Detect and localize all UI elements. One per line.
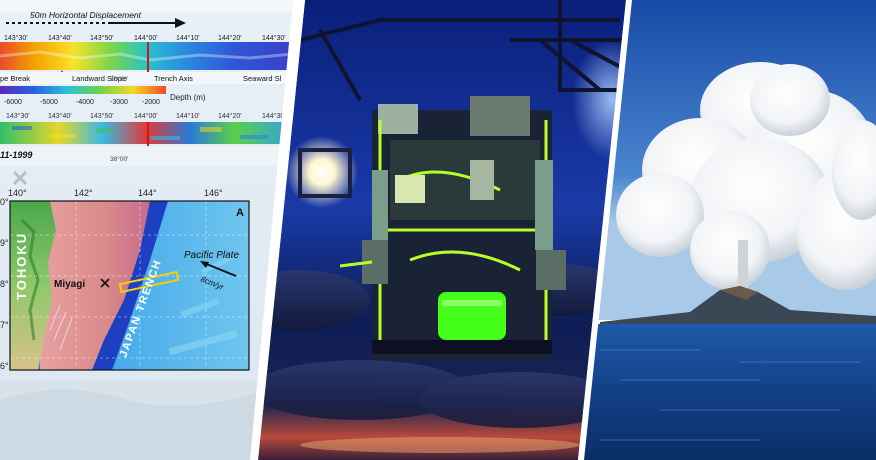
lower-tick: 144°00' — [134, 112, 158, 120]
lower-tick: 144°20' — [218, 112, 242, 120]
lower-tick: 144°30' — [262, 112, 286, 120]
lower-tick: 143°40' — [48, 112, 72, 120]
lower-tick: 143°50' — [90, 112, 114, 120]
photo-collage: 50m Horizontal Displacement 143°30' 143°… — [0, 0, 876, 460]
volcano-photo-panel — [582, 0, 876, 460]
eruption-plume — [616, 62, 876, 290]
top-tick: 143°50' — [90, 34, 114, 42]
lat-tick: 0° — [0, 197, 9, 207]
region-label: TOHOKU — [14, 232, 29, 300]
lon-tick: 146° — [204, 188, 223, 198]
top-tick: 144°00' — [134, 34, 158, 42]
lower-tick: 143°30' — [6, 112, 30, 120]
lat-tick: 8° — [0, 279, 9, 289]
trench-axis-label: Trench Axis — [154, 74, 193, 83]
rov-vehicle — [339, 96, 566, 360]
ocean — [582, 324, 876, 460]
latitude-label: 38°00' — [110, 75, 128, 83]
depth-tick: -5000 — [40, 99, 58, 106]
depth-unit-label: Depth (m) — [170, 93, 206, 102]
top-tick: 144°20' — [218, 34, 242, 42]
top-tick: 144°10' — [176, 34, 200, 42]
top-tick: 144°30' — [262, 34, 286, 42]
lon-tick: 142° — [74, 188, 93, 198]
depth-tick: -6000 — [4, 99, 22, 106]
lower-latitude-label: 38°00' — [110, 155, 128, 163]
seaward-slope-label: Seaward Sl — [243, 74, 282, 83]
lat-tick: 7° — [0, 320, 9, 330]
panel-letter: A — [236, 207, 244, 219]
residual-strip — [0, 122, 293, 144]
depth-tick: -2000 — [142, 99, 160, 106]
bathymetry-figure-panel: 50m Horizontal Displacement 143°30' 143°… — [0, 0, 293, 460]
prefecture-label: Miyagi — [54, 279, 85, 290]
lower-tick: 144°10' — [176, 112, 200, 120]
lon-tick: 140° — [8, 188, 27, 198]
displacement-label: 50m Horizontal Displacement — [30, 10, 142, 20]
lat-tick: 6° — [0, 361, 9, 371]
slope-break-label: pe Break — [0, 74, 30, 83]
depth-tick: -3000 — [110, 99, 128, 106]
date-label: 11-1999 — [0, 150, 32, 160]
lon-tick: 144° — [138, 188, 157, 198]
separator-right — [578, 0, 632, 460]
top-tick: 143°30' — [4, 34, 28, 42]
plate-label: Pacific Plate — [184, 250, 239, 261]
volcanic-island — [600, 286, 876, 326]
depth-tick: -4000 — [76, 99, 94, 106]
lat-tick: 9° — [0, 238, 9, 248]
top-tick: 143°40' — [48, 34, 72, 42]
depth-colorbar — [0, 86, 166, 94]
bathymetry-strip — [0, 42, 293, 70]
